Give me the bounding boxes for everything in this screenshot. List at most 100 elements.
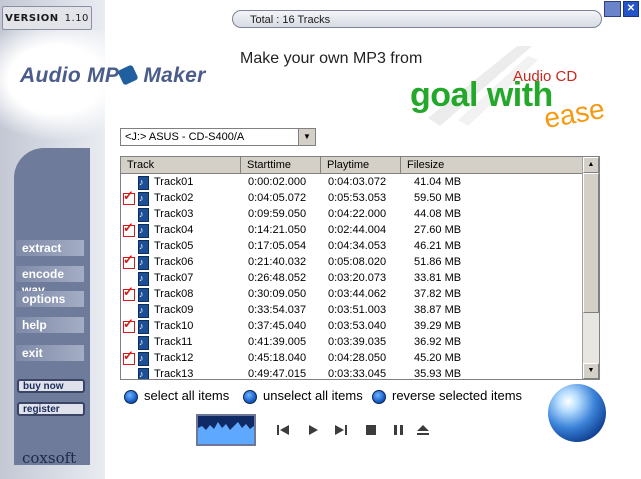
- row-checkbox[interactable]: [123, 337, 133, 347]
- table-row[interactable]: Track11 0:41:39.005 0:03:39.035 36.92 MB: [121, 334, 583, 350]
- extract-button[interactable]: extract: [16, 240, 84, 256]
- column-header-track[interactable]: Track: [121, 157, 241, 173]
- audio-file-icon: [138, 350, 149, 366]
- skip-back-icon[interactable]: [274, 421, 292, 439]
- track-name: Track04: [154, 224, 194, 236]
- audio-file-icon: [138, 366, 149, 379]
- radio-icon[interactable]: [243, 390, 257, 404]
- row-checkbox[interactable]: [123, 369, 133, 379]
- scroll-up-icon[interactable]: ▲: [583, 157, 599, 173]
- row-checkbox[interactable]: [123, 284, 135, 301]
- track-starttime: 0:45:18.040: [248, 352, 307, 364]
- row-checkbox[interactable]: [123, 273, 133, 283]
- track-filesize: 33.81 MB: [414, 272, 462, 284]
- stop-icon[interactable]: [362, 421, 380, 439]
- exit-button[interactable]: exit: [16, 345, 84, 361]
- table-row[interactable]: Track07 0:26:48.052 0:03:20.073 33.81 MB: [121, 270, 583, 286]
- radio-icon[interactable]: [372, 390, 386, 404]
- audio-file-icon: [138, 334, 149, 350]
- register-button[interactable]: register: [17, 402, 85, 416]
- radio-icon[interactable]: [124, 390, 138, 404]
- globe-icon: [548, 384, 606, 442]
- close-button[interactable]: ✕: [623, 1, 639, 17]
- column-header-playtime[interactable]: Playtime: [321, 157, 401, 173]
- options-button[interactable]: options: [16, 291, 84, 307]
- help-button[interactable]: help: [16, 317, 84, 333]
- track-filesize: 51.86 MB: [414, 256, 462, 268]
- encode-wav-button[interactable]: encode wav: [16, 266, 84, 297]
- track-filesize: 36.92 MB: [414, 336, 462, 348]
- drive-select[interactable]: <J:> ASUS - CD-S400/A ▼: [120, 128, 316, 146]
- audio-file-icon: [138, 174, 149, 190]
- unselect-all-label: unselect all items: [263, 388, 363, 403]
- select-all-label: select all items: [144, 388, 230, 403]
- track-name: Track07: [154, 272, 194, 284]
- track-filesize: 39.29 MB: [414, 320, 462, 332]
- row-checkbox[interactable]: [123, 348, 135, 365]
- row-checkbox[interactable]: [123, 177, 133, 187]
- audio-file-icon: [138, 318, 149, 334]
- row-checkbox[interactable]: [123, 316, 135, 333]
- audio-file-icon: [138, 238, 149, 254]
- skip-forward-icon[interactable]: [332, 421, 350, 439]
- track-starttime: 0:30:09.050: [248, 288, 307, 300]
- minimize-button[interactable]: [604, 1, 621, 17]
- cd-icon: [117, 64, 139, 86]
- table-row[interactable]: Track06 0:21:40.032 0:05:08.020 51.86 MB: [121, 252, 583, 270]
- track-filesize: 35.93 MB: [414, 368, 462, 380]
- vertical-scrollbar[interactable]: ▲ ▼: [582, 157, 599, 379]
- track-name: Track13: [154, 368, 194, 380]
- table-row[interactable]: Track04 0:14:21.050 0:02:44.004 27.60 MB: [121, 220, 583, 238]
- track-starttime: 0:33:54.037: [248, 304, 307, 316]
- audio-file-icon: [138, 222, 149, 238]
- table-row[interactable]: Track09 0:33:54.037 0:03:51.003 38.87 MB: [121, 302, 583, 318]
- version-prefix: VERSION: [5, 12, 59, 24]
- track-playtime: 0:05:08.020: [328, 256, 387, 268]
- track-starttime: 0:37:45.040: [248, 320, 307, 332]
- eject-icon[interactable]: [414, 421, 432, 439]
- table-row[interactable]: Track03 0:09:59.050 0:04:22.000 44.08 MB: [121, 206, 583, 222]
- track-playtime: 0:03:44.062: [328, 288, 387, 300]
- track-playtime: 0:04:03.072: [328, 176, 387, 188]
- table-row[interactable]: Track02 0:04:05.072 0:05:53.053 59.50 MB: [121, 188, 583, 206]
- track-filesize: 38.87 MB: [414, 304, 462, 316]
- track-playtime: 0:04:28.050: [328, 352, 387, 364]
- table-row[interactable]: Track10 0:37:45.040 0:03:53.040 39.29 MB: [121, 316, 583, 334]
- row-checkbox[interactable]: [123, 220, 135, 237]
- pause-icon[interactable]: [390, 421, 408, 439]
- scroll-down-icon[interactable]: ▼: [583, 363, 599, 379]
- track-filesize: 46.21 MB: [414, 240, 462, 252]
- track-playtime: 0:03:20.073: [328, 272, 387, 284]
- table-row[interactable]: Track13 0:49:47.015 0:03:33.045 35.93 MB: [121, 366, 583, 380]
- row-checkbox[interactable]: [123, 188, 135, 205]
- track-starttime: 0:04:05.072: [248, 192, 307, 204]
- track-starttime: 0:14:21.050: [248, 224, 307, 236]
- app-logo: Audio MP Maker: [20, 64, 206, 88]
- scroll-thumb[interactable]: [583, 173, 599, 313]
- row-checkbox[interactable]: [123, 252, 135, 269]
- table-row[interactable]: Track08 0:30:09.050 0:03:44.062 37.82 MB: [121, 284, 583, 302]
- track-name: Track05: [154, 240, 194, 252]
- track-filesize: 44.08 MB: [414, 208, 462, 220]
- track-name: Track12: [154, 352, 194, 364]
- table-row[interactable]: Track05 0:17:05.054 0:04:34.053 46.21 MB: [121, 238, 583, 254]
- audio-file-icon: [138, 270, 149, 286]
- audio-file-icon: [138, 190, 149, 206]
- slogan-goal-with: goal with: [410, 76, 553, 114]
- track-starttime: 0:26:48.052: [248, 272, 307, 284]
- tagline: Make your own MP3 from: [240, 50, 423, 67]
- table-row[interactable]: Track12 0:45:18.040 0:04:28.050 45.20 MB: [121, 348, 583, 366]
- play-icon[interactable]: [304, 421, 322, 439]
- reverse-selected-label: reverse selected items: [392, 388, 523, 403]
- column-header-filesize[interactable]: Filesize: [401, 157, 583, 173]
- track-table: Track Starttime Playtime Filesize Track0…: [120, 156, 600, 380]
- row-checkbox[interactable]: [123, 241, 133, 251]
- row-checkbox[interactable]: [123, 209, 133, 219]
- track-name: Track03: [154, 208, 194, 220]
- buy-now-button[interactable]: buy now: [17, 379, 85, 393]
- chevron-down-icon[interactable]: ▼: [298, 129, 315, 145]
- track-playtime: 0:03:51.003: [328, 304, 387, 316]
- column-header-starttime[interactable]: Starttime: [241, 157, 321, 173]
- table-row[interactable]: Track01 0:00:02.000 0:04:03.072 41.04 MB: [121, 174, 583, 190]
- row-checkbox[interactable]: [123, 305, 133, 315]
